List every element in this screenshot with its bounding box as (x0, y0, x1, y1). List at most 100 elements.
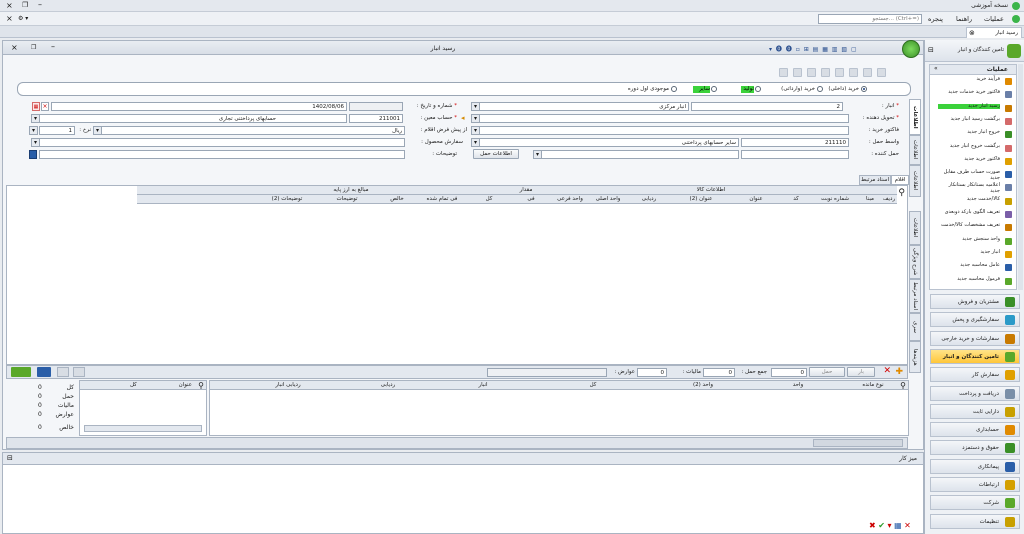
module-item[interactable]: سفارشگیری و پخش (930, 312, 1020, 328)
col-unit2[interactable]: واحد (2) (648, 381, 758, 389)
collapse-icon[interactable]: « (934, 65, 938, 72)
toolbar-help-icon[interactable] (877, 68, 886, 77)
col-description[interactable]: توضیحات (317, 195, 377, 203)
carrier-code-field[interactable]: 211110 (741, 138, 849, 147)
toolbar-top-icons[interactable]: ▾ ⓿ ⓿ ▫ ⊞ ▤ ▦ ▥ ▧ ▢ (769, 44, 858, 53)
col-main-unit[interactable]: واحد اصلی (589, 195, 627, 203)
grid-tools-icon[interactable] (11, 367, 31, 377)
close-icon[interactable]: × (6, 14, 13, 23)
close-icon[interactable]: × (11, 43, 18, 52)
account-name-combo[interactable]: حسابهای پرداختنی تجاری (31, 114, 347, 123)
module-item[interactable]: شرکت (930, 495, 1020, 511)
module-item[interactable]: سفارشات و خرید خارجی (930, 330, 1020, 346)
col-description2[interactable]: توضیحات (2) (257, 195, 317, 203)
search-icon[interactable]: ⚲ (900, 381, 906, 390)
pin-icon[interactable]: ⊟ (7, 454, 13, 462)
footer-scroll[interactable] (487, 368, 607, 377)
toolbar-undo-icon[interactable] (821, 68, 830, 77)
col-serial[interactable]: شماره نوبت (811, 195, 859, 203)
toolbar-prev-icon[interactable] (849, 68, 858, 77)
module-item[interactable]: مشتریان و فروش (930, 294, 1020, 309)
op-item[interactable]: برگشت خروج انبار جدید (938, 143, 1000, 150)
add-row-icon[interactable]: ✚ (895, 367, 903, 377)
summary-scroll[interactable] (84, 425, 202, 432)
save-icon[interactable] (29, 150, 37, 159)
tab-related-docs[interactable]: اسناد مرتبط (859, 175, 891, 185)
load-button[interactable]: حمل (809, 367, 845, 377)
search-icon[interactable]: ⚲ (898, 188, 905, 198)
deliverer-combo[interactable] (471, 114, 849, 123)
shipper-code-field[interactable] (741, 150, 849, 159)
warehouse-code-field[interactable]: 2 (691, 102, 843, 111)
module-item[interactable]: تنظیمات (930, 513, 1020, 529)
tab-extra-info[interactable]: اطلاعات تکمیلی (909, 165, 921, 197)
col-code[interactable]: کد (781, 195, 811, 203)
module-item[interactable]: تامین کنندگان و انبار (930, 348, 1020, 364)
toolbar-attach-icon[interactable] (807, 68, 816, 77)
op-item[interactable]: برگشت رسید انبار جدید (938, 116, 1000, 123)
search-icon[interactable]: ⚲ (198, 381, 204, 390)
restore-icon[interactable]: ❐ (22, 1, 28, 9)
currency-combo[interactable]: ریال (93, 126, 405, 135)
col-basis[interactable]: مبنا (859, 195, 881, 203)
tab-main-info[interactable]: اطلاعات اصلی (909, 99, 921, 135)
col-unit[interactable]: واحد (758, 381, 838, 389)
more-button[interactable]: بار (847, 367, 875, 377)
shipper-combo[interactable] (533, 150, 739, 159)
module-item[interactable]: دارایی ثابت (930, 403, 1020, 419)
account-code-field[interactable]: 211001 (349, 114, 403, 123)
toolbar-next-icon[interactable] (835, 68, 844, 77)
tab-currency-info[interactable]: اطلاعات ارزی (909, 135, 921, 165)
radio-domestic-purchase[interactable] (861, 86, 867, 92)
doc-tab-warehouse-receipt[interactable]: ⊗ رسید انبار (966, 27, 1022, 38)
menu-item-window[interactable]: پنجره (928, 15, 943, 23)
op-item[interactable]: فرمول محاسبه جدید (938, 276, 1000, 283)
toolbar-settings-icon[interactable] (863, 68, 872, 77)
col-title[interactable]: عنوان (179, 381, 192, 389)
radio-production[interactable] (755, 86, 761, 92)
radio-other[interactable] (711, 86, 717, 92)
clear-icon[interactable]: × (41, 102, 49, 111)
date-field[interactable]: 1402/08/06 (51, 102, 347, 111)
col-tracking[interactable]: ردیابی (627, 195, 671, 203)
columns-icon[interactable] (37, 367, 51, 377)
op-item[interactable]: فاکتور خرید جدید (938, 156, 1000, 163)
op-item[interactable]: خروج انبار جدید (938, 130, 1000, 136)
tab-batch[interactable]: سری ساخت (909, 313, 921, 341)
op-item[interactable]: اعلامیه بستانکار بستانکار جدید (938, 183, 1000, 194)
shipping-info-button[interactable]: اطلاعات حمل (473, 149, 519, 159)
module-item[interactable]: حقوق و دستمزد (930, 440, 1020, 456)
col-unit-price[interactable]: فی (511, 195, 551, 203)
delete-row-icon[interactable]: ✕ (883, 366, 891, 376)
calendar-icon[interactable]: ▦ (32, 102, 40, 111)
menu-item-operations[interactable]: عملیات (984, 15, 1004, 23)
module-item[interactable]: حسابداری (930, 422, 1020, 438)
op-item[interactable]: رسید انبار جدید (938, 103, 1000, 110)
app-menu-icon[interactable]: ⚙ ▾ (18, 15, 28, 22)
op-item[interactable]: فرآیند خرید (938, 76, 1000, 83)
col-balance-type[interactable]: نوع مانده (838, 381, 908, 389)
close-icon[interactable]: × (6, 1, 13, 10)
op-item[interactable]: واحد سنجش جدید (938, 236, 1000, 243)
op-item[interactable]: کالا/خدمت جدید (938, 196, 1000, 203)
col-tracking[interactable]: ردیابی (348, 381, 428, 389)
document-number-field[interactable] (349, 102, 403, 111)
op-item[interactable]: تعریف مشخصات کالا/خدمت (938, 223, 1000, 229)
col-title2[interactable]: عنوان (2) (671, 195, 731, 203)
col-final-price[interactable]: فی تمام شده (417, 195, 467, 203)
radio-import-purchase[interactable] (817, 86, 823, 92)
carrier-name-combo[interactable]: سایر حسابهای پرداختنی (471, 138, 739, 147)
rate-combo[interactable] (29, 126, 38, 135)
op-item[interactable]: تعریف الگوی بارکد دوبعدی (938, 209, 1000, 216)
minimize-icon[interactable]: – (38, 0, 42, 9)
filter-icon[interactable] (73, 367, 85, 377)
op-item[interactable]: فاکتور خرید خدمات جدید (938, 90, 1000, 96)
warehouse-name-combo[interactable]: انبار مرکزی (471, 102, 689, 111)
export-icon[interactable] (57, 367, 69, 377)
col-net[interactable]: خالص (377, 195, 417, 203)
col-total[interactable]: کل (467, 195, 511, 203)
rate-field[interactable]: 1 (39, 126, 75, 135)
search-input[interactable]: جستجو... (Ctrl+=) (818, 14, 922, 24)
tab-costs[interactable]: هزینه‌ها (909, 341, 921, 373)
col-title[interactable]: عنوان (731, 195, 781, 203)
